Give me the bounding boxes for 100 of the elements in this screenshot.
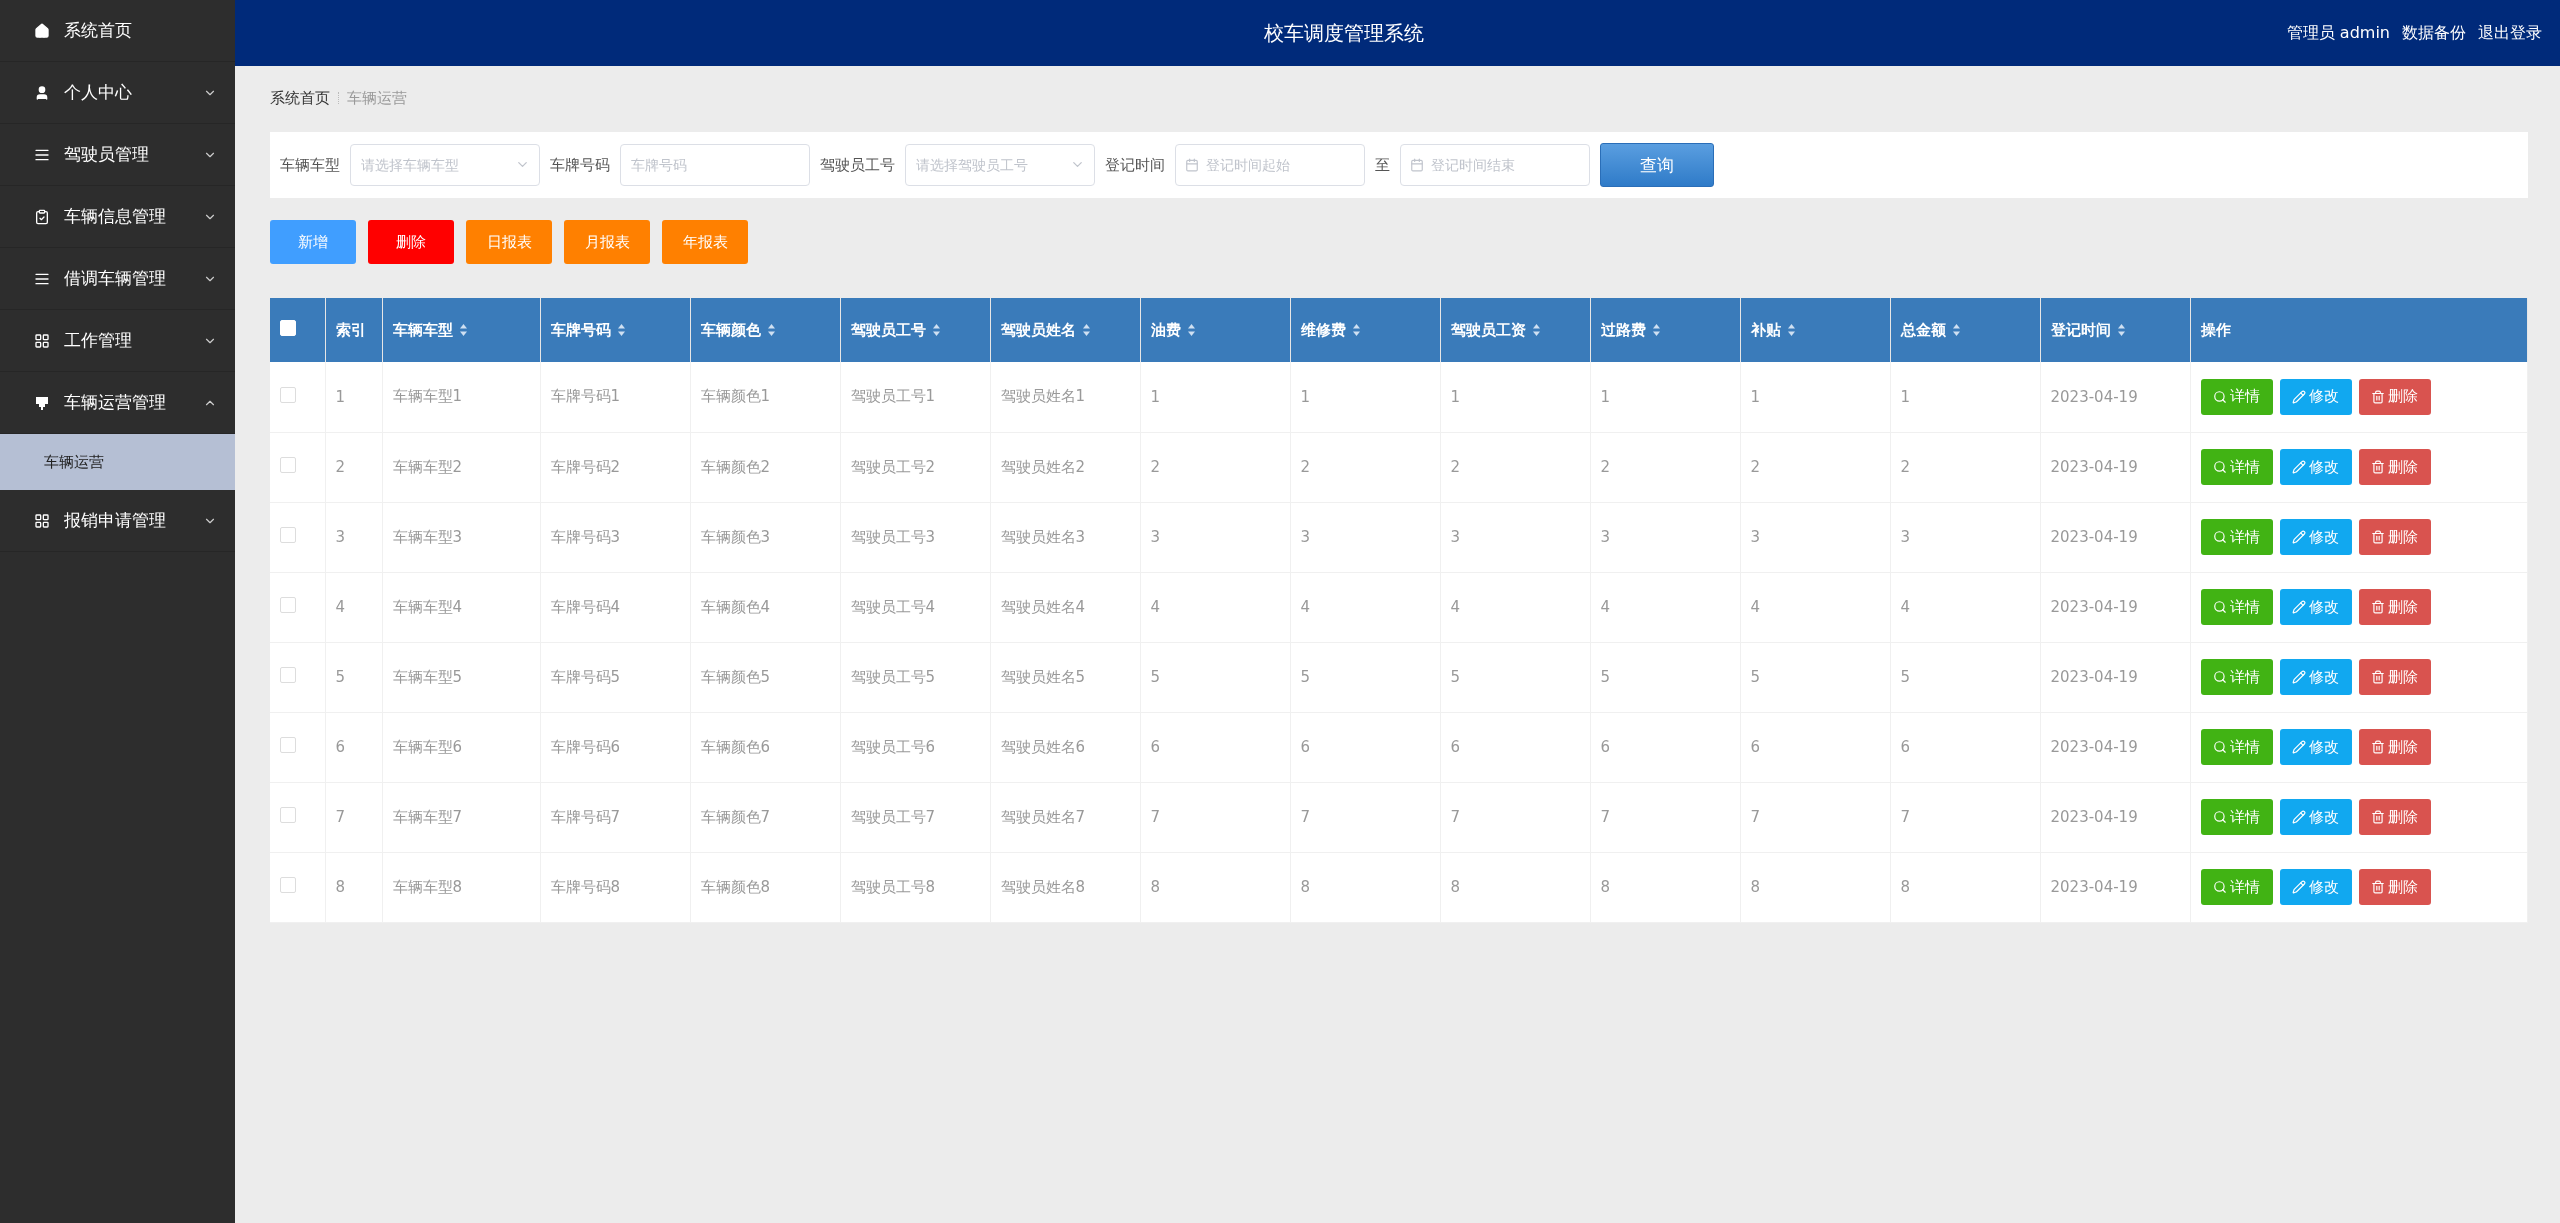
table-cell: 车辆车型1 — [392, 387, 463, 406]
edit-button[interactable]: 修改 — [2279, 869, 2352, 905]
table-cell: 4 — [1600, 598, 1611, 616]
sort-icon[interactable] — [1186, 323, 1196, 337]
delete-button[interactable]: 删除 — [2358, 659, 2431, 695]
edit-button[interactable]: 修改 — [2279, 799, 2352, 835]
table-cell: 2023-04-19 — [2050, 528, 2138, 546]
report-button[interactable]: 年报表 — [662, 220, 748, 264]
pencil-icon — [2292, 600, 2306, 614]
table-cell: 8 — [1600, 878, 1611, 896]
edit-button[interactable]: 修改 — [2279, 449, 2352, 485]
details-button[interactable]: 详情 — [2200, 378, 2273, 415]
row-checkbox[interactable] — [280, 807, 296, 823]
table-cell: 2023-04-19 — [2050, 738, 2138, 756]
table-cell: 车辆车型6 — [392, 737, 463, 756]
report-button[interactable]: 日报表 — [466, 220, 552, 264]
row-checkbox[interactable] — [280, 877, 296, 893]
details-button[interactable]: 详情 — [2200, 729, 2273, 765]
delete-button[interactable]: 删除 — [2358, 589, 2431, 625]
input-field[interactable]: 车牌号码 — [620, 144, 810, 186]
trash-icon — [2371, 880, 2385, 894]
details-button[interactable]: 详情 — [2200, 519, 2273, 555]
table-cell: 6 — [1600, 738, 1611, 756]
details-button[interactable]: 详情 — [2200, 659, 2273, 695]
trash-icon — [2371, 389, 2385, 404]
row-checkbox[interactable] — [280, 597, 296, 613]
edit-button[interactable]: 修改 — [2279, 378, 2352, 415]
table-cell: 3 — [335, 528, 346, 546]
select-field[interactable]: 请选择驾驶员工号 — [905, 144, 1095, 186]
sidebar-subitem[interactable]: 车辆运营 — [0, 434, 235, 490]
table-cell: 5 — [1900, 668, 1911, 686]
sort-icon[interactable] — [1531, 323, 1541, 337]
breadcrumb-link[interactable]: 车辆运营 — [347, 88, 407, 108]
sort-icon[interactable] — [931, 323, 941, 337]
delete-button[interactable]: 删除 — [2358, 519, 2431, 555]
table-cell: 7 — [1150, 808, 1161, 826]
table-cell: 驾驶员姓名7 — [1000, 807, 1086, 826]
select-field[interactable]: 请选择车辆车型 — [350, 144, 540, 186]
breadcrumb-link[interactable]: 系统首页 — [270, 88, 330, 108]
row-checkbox[interactable] — [280, 527, 296, 543]
edit-button[interactable]: 修改 — [2279, 729, 2352, 765]
table-cell: 驾驶员工号5 — [850, 667, 936, 686]
table-cell: 8 — [1750, 878, 1761, 896]
details-button[interactable]: 详情 — [2200, 449, 2273, 485]
report-button[interactable]: 月报表 — [564, 220, 650, 264]
table-cell: 车辆颜色6 — [700, 737, 771, 756]
delete-button[interactable]: 删除 — [2358, 869, 2431, 905]
sort-icon[interactable] — [1786, 323, 1796, 337]
edit-button[interactable]: 修改 — [2279, 659, 2352, 695]
table-cell: 7 — [1900, 808, 1911, 826]
delete-button[interactable]: 删除 — [2358, 378, 2431, 415]
row-checkbox[interactable] — [280, 737, 296, 753]
table-cell: 5 — [1600, 668, 1611, 686]
search-button[interactable]: 查询 — [1600, 143, 1714, 187]
column-header: 驾驶员工号 — [850, 320, 926, 340]
table-cell: 驾驶员姓名1 — [1000, 387, 1086, 406]
table-cell: 车辆车型8 — [392, 877, 463, 896]
sort-icon[interactable] — [1651, 323, 1661, 337]
delete-button[interactable]: 删除 — [2358, 799, 2431, 835]
sort-icon[interactable] — [1951, 323, 1961, 337]
menu-item-icon — [34, 22, 50, 39]
delete-button[interactable]: 删除 — [2358, 449, 2431, 485]
table-cell: 3 — [1450, 528, 1461, 546]
row-checkbox[interactable] — [280, 457, 296, 473]
table-cell: 5 — [1750, 668, 1761, 686]
header-link[interactable]: 数据备份 — [2402, 22, 2466, 44]
delete-button[interactable]: 删除 — [368, 220, 454, 264]
filter-label: 车辆车型 — [280, 155, 340, 175]
sort-icon[interactable] — [2116, 323, 2126, 337]
table-cell: 4 — [1450, 598, 1461, 616]
table-cell: 4 — [335, 598, 346, 616]
sort-icon[interactable] — [458, 323, 468, 337]
details-button[interactable]: 详情 — [2200, 589, 2273, 625]
table-cell: 车牌号码4 — [550, 597, 621, 616]
edit-button[interactable]: 修改 — [2279, 589, 2352, 625]
sort-icon[interactable] — [1351, 323, 1361, 337]
details-button[interactable]: 详情 — [2200, 869, 2273, 905]
edit-button[interactable]: 修改 — [2279, 519, 2352, 555]
column-header: 操作 — [2200, 320, 2231, 340]
trash-icon — [2371, 810, 2385, 824]
header-link[interactable]: 退出登录 — [2478, 22, 2542, 44]
header-link[interactable]: 管理员 admin — [2286, 22, 2390, 44]
sort-icon[interactable] — [1081, 323, 1091, 337]
delete-button[interactable]: 删除 — [2358, 729, 2431, 765]
column-header: 驾驶员工资 — [1450, 320, 1526, 340]
details-button[interactable]: 详情 — [2200, 799, 2273, 835]
row-checkbox[interactable] — [280, 386, 296, 403]
date-field[interactable]: 登记时间起始 — [1175, 144, 1365, 186]
sort-icon[interactable] — [616, 323, 626, 337]
sort-icon[interactable] — [766, 323, 776, 337]
row-checkbox[interactable] — [280, 667, 296, 683]
select-all-checkbox[interactable] — [280, 320, 296, 336]
pencil-icon — [2292, 740, 2306, 754]
table-cell: 2 — [1600, 458, 1611, 476]
search-icon — [2213, 460, 2227, 474]
menu-item-icon — [34, 394, 50, 411]
table-cell: 1 — [1450, 387, 1461, 406]
table-cell: 8 — [1450, 878, 1461, 896]
date-field[interactable]: 登记时间结束 — [1400, 144, 1590, 186]
add-button[interactable]: 新增 — [270, 220, 356, 264]
